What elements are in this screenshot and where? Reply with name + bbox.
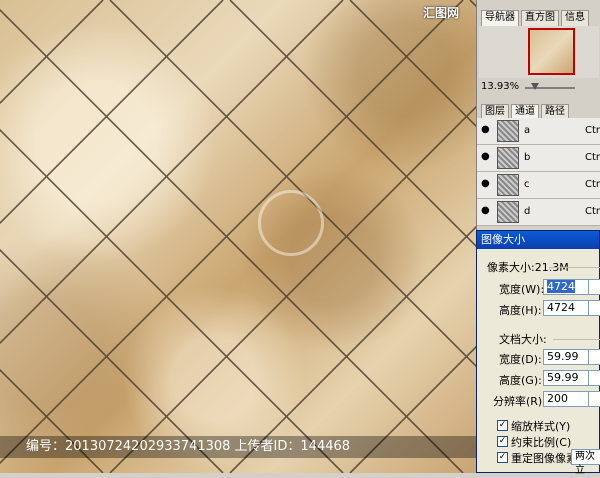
resample-checkbox[interactable]: ✓ — [497, 452, 508, 463]
resolution-label: 分辨率(R): — [493, 395, 546, 408]
channel-thumbnail — [497, 201, 519, 223]
eye-icon[interactable]: ● — [481, 151, 493, 163]
channel-shortcut: Ctrl — [585, 125, 600, 136]
height-label: 高度(H): — [499, 304, 542, 317]
doc-width-label: 宽度(D): — [499, 353, 542, 366]
zoom-slider-knob[interactable] — [531, 83, 539, 90]
tab-navigator[interactable]: 导航器 — [481, 10, 519, 26]
image-canvas[interactable]: 汇图网 编号：20130724202933741308 上传者ID：144468 — [0, 0, 476, 473]
divider — [549, 267, 600, 268]
divider — [553, 339, 600, 340]
tab-layers[interactable]: 图层 — [481, 104, 509, 119]
tab-histogram[interactable]: 直方图 — [521, 10, 559, 26]
width-label: 宽度(W): — [499, 283, 545, 296]
channel-list: ● a Ctrl ● b Ctrl ● c Ctrl ● d Ctrl — [477, 118, 600, 226]
layers-tabs: 图层 通道 路径 — [481, 104, 569, 119]
channel-row[interactable]: ● d Ctrl — [477, 199, 600, 226]
constrain-label: 约束比例(C) — [511, 436, 572, 449]
doc-height-label: 高度(G): — [499, 374, 542, 387]
tab-info[interactable]: 信息 — [561, 10, 589, 26]
doc-height-input[interactable]: 59.99 — [543, 370, 593, 386]
channel-thumbnail — [497, 120, 519, 142]
resolution-input[interactable]: 200 — [543, 391, 593, 407]
scale-styles-checkbox[interactable]: ✓ — [497, 420, 508, 431]
scale-styles-label: 缩放样式(Y) — [511, 420, 571, 433]
height-input[interactable]: 4724 — [543, 300, 593, 316]
channel-row[interactable]: ● c Ctrl — [477, 172, 600, 199]
navigator-preview — [479, 26, 599, 78]
channel-shortcut: Ctrl — [585, 152, 600, 163]
watermark-logo — [258, 190, 324, 256]
navigator-view-box[interactable] — [528, 28, 575, 75]
tab-paths[interactable]: 路径 — [541, 104, 569, 119]
resample-select[interactable]: 两次立 — [571, 449, 600, 476]
channel-name: b — [524, 152, 531, 163]
tile-grid — [0, 0, 476, 473]
navigator-tabs: 导航器 直方图 信息 — [481, 10, 589, 26]
doc-width-unit-select[interactable] — [588, 349, 600, 365]
channel-thumbnail — [497, 147, 519, 169]
channel-shortcut: Ctrl — [585, 206, 600, 217]
channel-thumbnail — [497, 174, 519, 196]
eye-icon[interactable]: ● — [481, 205, 493, 217]
channel-name: a — [524, 125, 531, 136]
channel-row[interactable]: ● b Ctrl — [477, 145, 600, 172]
resolution-unit-select[interactable] — [588, 391, 600, 407]
channel-shortcut: Ctrl — [585, 179, 600, 190]
doc-width-input[interactable]: 59.99 — [543, 349, 593, 365]
dialog-title[interactable]: 图像大小 — [477, 231, 599, 249]
width-input[interactable]: 4724 — [543, 279, 593, 295]
eye-icon[interactable]: ● — [481, 124, 493, 136]
channel-row[interactable]: ● a Ctrl — [477, 118, 600, 145]
image-size-dialog: 图像大小 像素大小:21.3M 宽度(W): 4724 高度(H): 4724 … — [476, 230, 600, 476]
zoom-value[interactable]: 13.93% — [481, 81, 519, 92]
channel-name: c — [524, 179, 530, 190]
doc-height-unit-select[interactable] — [588, 370, 600, 386]
zoom-row: 13.93% — [479, 80, 599, 94]
zoom-slider[interactable] — [525, 83, 575, 90]
document-size-label: 文档大小: — [499, 333, 547, 346]
image-caption: 编号：20130724202933741308 上传者ID：144468 — [0, 436, 476, 458]
site-watermark: 汇图网 — [423, 6, 460, 20]
channel-name: d — [524, 206, 531, 217]
tab-channels[interactable]: 通道 — [511, 104, 539, 119]
width-unit-select[interactable] — [588, 279, 600, 295]
eye-icon[interactable]: ● — [481, 178, 493, 190]
height-unit-select[interactable] — [588, 300, 600, 316]
constrain-checkbox[interactable]: ✓ — [497, 436, 508, 447]
